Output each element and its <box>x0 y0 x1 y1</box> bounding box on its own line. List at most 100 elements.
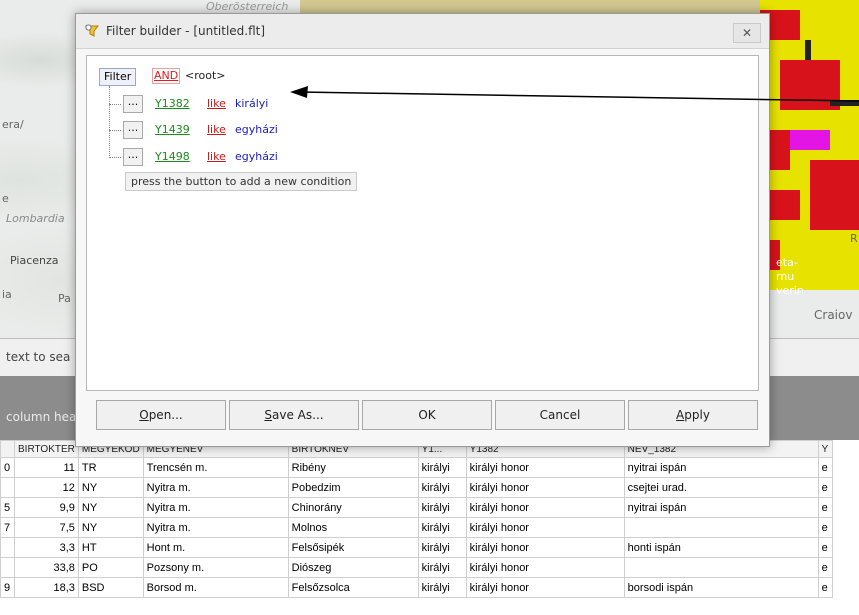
condition-operator[interactable]: like <box>207 150 226 163</box>
table-cell[interactable]: honti ispán <box>623 537 819 558</box>
table-cell[interactable]: e <box>817 537 833 558</box>
condition-value[interactable]: királyi <box>235 97 268 110</box>
column-header[interactable] <box>0 440 15 458</box>
condition-menu-button[interactable]: ... <box>123 121 143 139</box>
table-cell[interactable]: 9,9 <box>14 497 79 518</box>
search-input[interactable]: text to sea <box>6 350 70 364</box>
table-cell[interactable]: Diószeg <box>287 557 419 578</box>
table-cell[interactable]: királyi <box>417 497 467 518</box>
table-cell[interactable]: királyi honor <box>465 557 625 578</box>
table-cell[interactable]: Hont m. <box>142 537 289 558</box>
table-cell[interactable]: királyi <box>417 457 467 478</box>
table-cell[interactable]: királyi honor <box>465 477 625 498</box>
table-cell[interactable]: csejtei urad. <box>623 477 819 498</box>
table-cell[interactable]: királyi honor <box>465 457 625 478</box>
table-cell[interactable]: királyi <box>417 577 467 598</box>
apply-button[interactable]: Apply <box>628 400 758 430</box>
table-cell[interactable]: e <box>817 477 833 498</box>
ok-button[interactable]: OK <box>362 400 492 430</box>
table-cell[interactable]: e <box>817 457 833 478</box>
table-cell[interactable]: királyi honor <box>465 537 625 558</box>
attribute-table[interactable]: BIRTOKTER MEGYEKOD MEGYENEV BIRTOKNEV Y1… <box>0 440 859 615</box>
table-cell[interactable]: királyi <box>417 517 467 538</box>
table-cell[interactable]: királyi honor <box>465 497 625 518</box>
table-cell[interactable]: HT <box>77 537 144 558</box>
table-cell[interactable]: 0 <box>0 457 15 478</box>
column-header[interactable]: BIRTOKTER <box>14 440 79 458</box>
table-cell[interactable] <box>623 517 819 538</box>
condition-operator[interactable]: like <box>207 97 226 110</box>
close-icon[interactable]: ✕ <box>733 23 761 43</box>
map-colored-regions <box>760 0 859 290</box>
condition-menu-button[interactable]: ... <box>123 95 143 113</box>
table-cell[interactable]: Ribény <box>287 457 419 478</box>
table-cell[interactable]: NY <box>77 477 144 498</box>
condition-menu-button[interactable]: ... <box>123 148 143 166</box>
table-cell[interactable]: Pozsony m. <box>142 557 289 578</box>
map-label: verin <box>776 284 804 297</box>
table-cell[interactable]: Molnos <box>287 517 419 538</box>
table-cell[interactable]: 11 <box>14 457 79 478</box>
table-cell[interactable] <box>0 557 15 578</box>
table-cell[interactable]: Borsod m. <box>142 577 289 598</box>
condition-value[interactable]: egyházi <box>235 123 278 136</box>
table-cell[interactable]: Chinorány <box>287 497 419 518</box>
condition-field[interactable]: Y1498 <box>155 150 190 163</box>
table-row[interactable]: 3,3 HT Hont m. Felsősipék királyi királyi hon… <box>0 537 833 558</box>
table-cell[interactable]: e <box>817 577 833 598</box>
table-cell[interactable]: Nyitra m. <box>142 497 289 518</box>
table-row[interactable]: 0 11 TR Trencsén m. Ribény királyi királyi hon… <box>0 457 833 478</box>
table-cell[interactable]: királyi <box>417 557 467 578</box>
group-operator[interactable]: AND <box>152 68 181 84</box>
table-cell[interactable]: nyitrai ispán <box>623 457 819 478</box>
table-cell[interactable]: királyi honor <box>465 577 625 598</box>
table-cell[interactable]: 7,5 <box>14 517 79 538</box>
table-cell[interactable]: Trencsén m. <box>142 457 289 478</box>
table-cell[interactable]: királyi <box>417 537 467 558</box>
table-cell[interactable]: 33,8 <box>14 557 79 578</box>
table-cell[interactable]: PO <box>77 557 144 578</box>
condition-operator[interactable]: like <box>207 123 226 136</box>
filter-tree-panel[interactable]: Filter AND <root> ... Y1382 like királyi… <box>86 55 759 391</box>
open-button[interactable]: Open... <box>96 400 226 430</box>
table-cell[interactable]: Nyitra m. <box>142 517 289 538</box>
table-row[interactable]: 9 18,3 BSD Borsod m. Felsőzsolca királyi királ… <box>0 577 833 598</box>
column-header[interactable]: Y <box>817 440 833 458</box>
table-cell[interactable]: nyitrai ispán <box>623 497 819 518</box>
table-cell[interactable]: BSD <box>77 577 144 598</box>
save-as-button[interactable]: Save As... <box>229 400 359 430</box>
condition-value[interactable]: egyházi <box>235 150 278 163</box>
table-row[interactable]: 5 9,9 NY Nyitra m. Chinorány királyi királyi h… <box>0 497 833 518</box>
table-cell[interactable]: 5 <box>0 497 15 518</box>
condition-field[interactable]: Y1382 <box>155 97 190 110</box>
table-cell[interactable]: Felsősipék <box>287 537 419 558</box>
table-row[interactable]: 7 7,5 NY Nyitra m. Molnos királyi királyi hono… <box>0 517 833 538</box>
condition-field[interactable]: Y1439 <box>155 123 190 136</box>
table-cell[interactable] <box>623 557 819 578</box>
table-cell[interactable]: királyi honor <box>465 517 625 538</box>
table-cell[interactable]: borsodi ispán <box>623 577 819 598</box>
dialog-titlebar[interactable]: Filter builder - [untitled.flt] ✕ <box>76 14 769 49</box>
table-cell[interactable]: 18,3 <box>14 577 79 598</box>
table-cell[interactable] <box>0 477 15 498</box>
cancel-button[interactable]: Cancel <box>495 400 625 430</box>
table-cell[interactable]: NY <box>77 497 144 518</box>
table-cell[interactable]: királyi <box>417 477 467 498</box>
table-cell[interactable]: e <box>817 497 833 518</box>
table-cell[interactable]: e <box>817 557 833 578</box>
table-cell[interactable]: 7 <box>0 517 15 538</box>
table-cell[interactable] <box>0 537 15 558</box>
table-cell[interactable]: Nyitra m. <box>142 477 289 498</box>
table-cell[interactable]: Pobedzim <box>287 477 419 498</box>
table-cell[interactable]: 12 <box>14 477 79 498</box>
table-cell[interactable]: NY <box>77 517 144 538</box>
add-condition-button[interactable]: press the button to add a new condition <box>125 172 358 191</box>
table-row[interactable]: 12 NY Nyitra m. Pobedzim királyi királyi hono… <box>0 477 833 498</box>
table-cell[interactable]: 3,3 <box>14 537 79 558</box>
table-cell[interactable]: 9 <box>0 577 15 598</box>
filter-button[interactable]: Filter <box>99 68 137 86</box>
table-row[interactable]: 33,8 PO Pozsony m. Diószeg királyi királyi ho… <box>0 557 833 578</box>
table-cell[interactable]: Felsőzsolca <box>287 577 419 598</box>
table-cell[interactable]: e <box>817 517 833 538</box>
table-cell[interactable]: TR <box>77 457 144 478</box>
